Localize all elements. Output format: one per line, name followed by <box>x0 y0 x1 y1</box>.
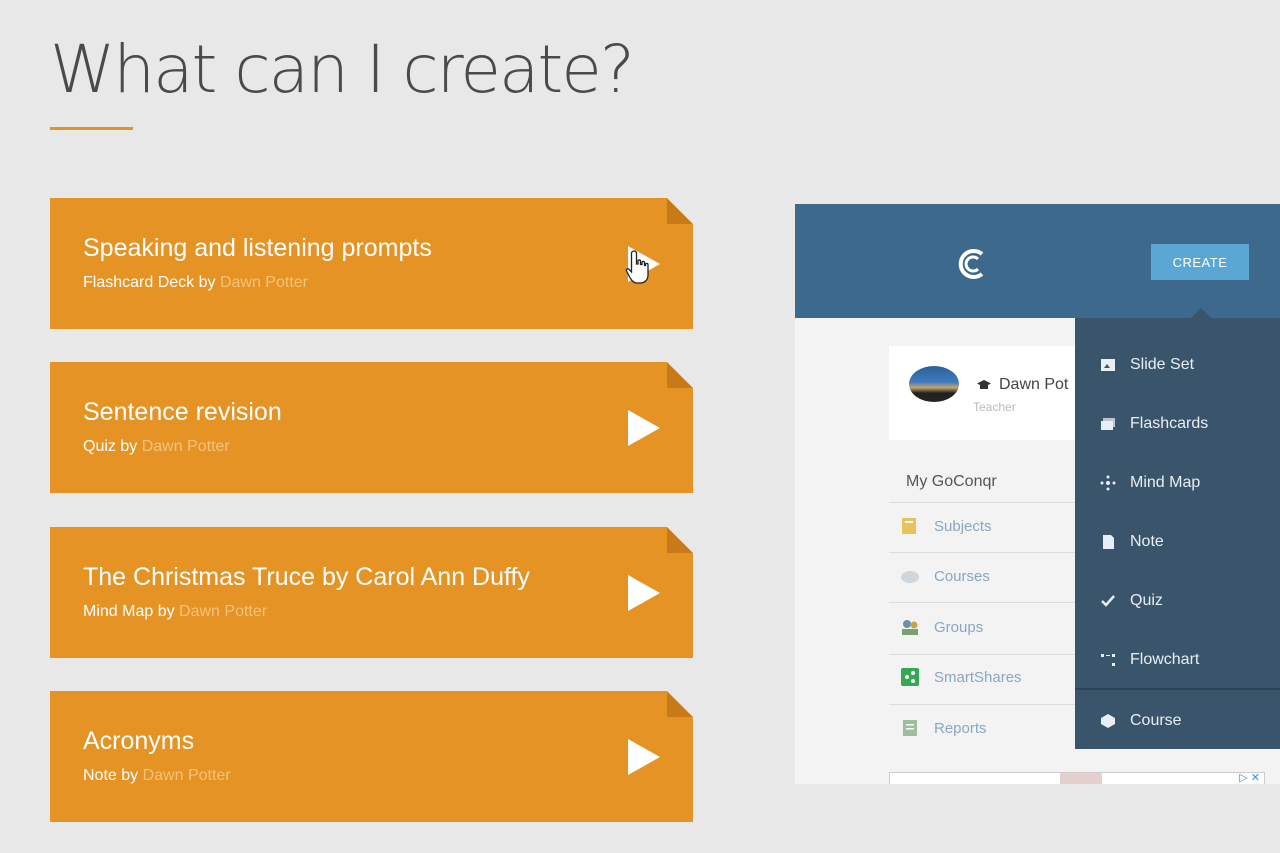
create-dropdown-menu: Slide Set Flashcards Mind Map Note Quiz … <box>1075 318 1280 749</box>
nav-label: Reports <box>934 719 987 737</box>
hand-cursor-icon <box>625 250 649 284</box>
ad-choices-icon[interactable]: ▷ ✕ <box>1239 771 1260 784</box>
menu-item-label: Flowchart <box>1130 650 1200 668</box>
smartshares-icon <box>901 668 919 686</box>
card-author-link[interactable]: Dawn Potter <box>142 438 230 455</box>
menu-item-course[interactable]: Course <box>1075 691 1280 750</box>
play-icon[interactable] <box>628 575 660 611</box>
resource-card-christmas[interactable]: The Christmas Truce by Carol Ann Duffy M… <box>50 527 693 658</box>
nav-label: Subjects <box>934 517 992 535</box>
create-button[interactable]: CREATE <box>1151 244 1249 280</box>
menu-item-label: Course <box>1130 711 1182 729</box>
nav-item-smartshares[interactable]: SmartShares <box>900 657 1080 697</box>
nav-divider <box>889 502 1079 503</box>
menu-divider <box>1075 688 1280 690</box>
goconqr-logo-icon[interactable] <box>955 246 991 282</box>
subjects-icon <box>902 518 916 534</box>
nav-label: Groups <box>934 618 984 636</box>
page-title: What can I create? <box>50 31 635 108</box>
reports-icon <box>903 720 917 736</box>
menu-item-quiz[interactable]: Quiz <box>1075 571 1280 630</box>
card-type: Note by <box>83 767 139 784</box>
card-type: Flashcard Deck by <box>83 274 216 291</box>
title-underline <box>50 127 133 130</box>
nav-label: SmartShares <box>934 668 1022 686</box>
card-title: Speaking and listening prompts <box>83 234 432 262</box>
card-title: The Christmas Truce by Carol Ann Duffy <box>83 563 530 591</box>
profile-name: Dawn Pot <box>999 376 1069 393</box>
avatar[interactable] <box>909 366 959 402</box>
card-type: Mind Map by <box>83 603 175 620</box>
menu-item-label: Slide Set <box>1130 355 1195 373</box>
nav-item-groups[interactable]: Groups <box>900 607 1080 647</box>
courses-icon <box>901 571 919 583</box>
menu-item-label: Mind Map <box>1130 473 1201 491</box>
menu-item-label: Quiz <box>1130 591 1163 609</box>
menu-item-label: Note <box>1130 532 1164 550</box>
card-author-link[interactable]: Dawn Potter <box>220 274 308 291</box>
card-title: Acronyms <box>83 727 195 755</box>
card-subtitle: Quiz by Dawn Potter <box>83 438 230 456</box>
nav-divider <box>889 654 1079 655</box>
card-subtitle: Flashcard Deck by Dawn Potter <box>83 274 308 292</box>
menu-item-note[interactable]: Note <box>1075 512 1280 571</box>
menu-item-slide-set[interactable]: Slide Set <box>1075 335 1280 394</box>
resource-card-sentence[interactable]: Sentence revision Quiz by Dawn Potter <box>50 362 693 493</box>
check-icon <box>1101 594 1115 607</box>
nav-item-reports[interactable]: Reports <box>900 708 1080 748</box>
nav-divider <box>889 704 1079 705</box>
groups-icon <box>902 620 918 635</box>
nav-divider <box>889 552 1079 553</box>
app-preview: CREATE Dawn Pot Teacher My GoConqr Subje… <box>795 204 1280 784</box>
resource-card-speaking[interactable]: Speaking and listening prompts Flashcard… <box>50 198 693 329</box>
card-subtitle: Note by Dawn Potter <box>83 767 231 785</box>
nav-label: Courses <box>934 567 990 585</box>
nav-divider <box>889 602 1079 603</box>
card-author-link[interactable]: Dawn Potter <box>179 603 267 620</box>
slide-set-icon <box>1101 358 1115 371</box>
flashcards-icon <box>1101 417 1115 430</box>
profile-role: Teacher <box>973 400 1016 414</box>
play-icon[interactable] <box>628 739 660 775</box>
menu-item-mind-map[interactable]: Mind Map <box>1075 453 1280 512</box>
card-type: Quiz by <box>83 438 138 455</box>
dropdown-caret <box>1191 308 1211 318</box>
menu-item-flashcards[interactable]: Flashcards <box>1075 394 1280 453</box>
play-icon[interactable] <box>628 410 660 446</box>
card-title: Sentence revision <box>83 398 282 426</box>
nav-heading: My GoConqr <box>906 473 997 490</box>
mind-map-icon <box>1100 475 1116 490</box>
note-icon <box>1103 534 1114 549</box>
resource-card-acronyms[interactable]: Acronyms Note by Dawn Potter <box>50 691 693 822</box>
ad-banner[interactable]: ▷ ✕ <box>889 772 1265 784</box>
profile-card[interactable]: Dawn Pot Teacher <box>889 346 1089 440</box>
graduation-cap-icon <box>977 380 991 389</box>
nav-item-courses[interactable]: Courses <box>900 556 1080 596</box>
app-header: CREATE <box>795 204 1280 318</box>
menu-item-flowchart[interactable]: Flowchart <box>1075 630 1280 689</box>
nav-item-subjects[interactable]: Subjects <box>900 506 1080 546</box>
ad-thumbnail <box>1060 773 1102 784</box>
card-author-link[interactable]: Dawn Potter <box>143 767 231 784</box>
flowchart-icon <box>1101 653 1115 666</box>
menu-item-label: Flashcards <box>1130 414 1209 432</box>
course-icon <box>1101 713 1115 728</box>
card-subtitle: Mind Map by Dawn Potter <box>83 603 267 621</box>
